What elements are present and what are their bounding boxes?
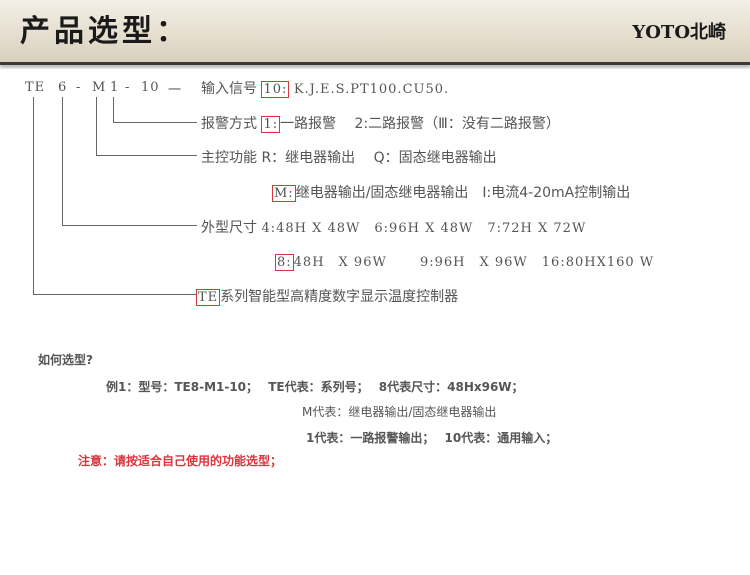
alarm-options: 一路报警 2:二路报警（Ⅲ：没有二路报警） <box>280 116 560 132</box>
page-title: 产品选型： <box>20 14 190 49</box>
code-function: M <box>92 80 107 95</box>
size-connector-h <box>62 225 197 226</box>
code-dash-1: - <box>76 80 82 95</box>
alarm-code: 1: <box>261 116 281 133</box>
series-connector-v <box>33 97 34 295</box>
series-description: 系列智能型高精度数字显示温度控制器 <box>220 289 459 305</box>
control-code: M: <box>272 185 296 202</box>
size-code: 8: <box>275 254 294 271</box>
size-options: 4:48H X 48W 6:96H X 48W 7:72H X 72W <box>261 221 587 236</box>
input-signal-options: K.J.E.S.PT100.CU50. <box>293 82 450 97</box>
code-dash-2: - <box>125 80 131 95</box>
howto-m-line: M代表：继电器输出/固态继电器输出 <box>302 405 497 419</box>
howto-title: 如何选型? <box>38 353 93 367</box>
brand-name: YOTO北崎 <box>632 22 726 43</box>
size-connector-v <box>62 97 63 226</box>
alarm-label: 报警方式 <box>201 116 257 132</box>
size-label: 外型尺寸 <box>201 220 257 236</box>
input-signal-code: 10: <box>261 81 290 98</box>
size-row-2: 8: 48H X 96W 9:96H X 96W 16:80HX160 W <box>275 251 655 271</box>
function-connector-h <box>96 155 197 156</box>
alarm-connector-h <box>113 122 197 123</box>
code-size: 6 <box>58 80 68 95</box>
howto-example-line: 例1：型号：TE8-M1-10； TE代表：系列号； 8代表尺寸：48Hx96W… <box>106 380 524 394</box>
series-connector-h <box>33 294 196 295</box>
control-row-2: M: 继电器输出/固态继电器输出 I:电流4-20mA控制输出 <box>272 182 630 202</box>
size-row: 外型尺寸 4:48H X 48W 6:96H X 48W 7:72H X 72W <box>201 217 586 237</box>
control-options: R：继电器输出 Q：固态继电器输出 <box>261 150 497 166</box>
function-connector-v <box>96 97 97 156</box>
howto-code-line: 1代表：一路报警输出； 10代表：通用输入； <box>306 431 558 445</box>
header-bar: 产品选型： YOTO北崎 <box>0 0 750 65</box>
alarm-connector-v <box>113 97 114 123</box>
alarm-row: 报警方式 1: 一路报警 2:二路报警（Ⅲ：没有二路报警） <box>201 113 560 133</box>
control-label: 主控功能 <box>201 150 257 166</box>
size-options-2: 48H X 96W 9:96H X 96W 16:80HX160 W <box>293 255 655 270</box>
control-options-2: 继电器输出/固态继电器输出 I:电流4-20mA控制输出 <box>295 185 631 201</box>
series-row: TE 系列智能型高精度数字显示温度控制器 <box>196 286 458 306</box>
input-signal-label: 输入信号 <box>201 81 257 97</box>
code-dash-3: 一 <box>168 83 183 98</box>
series-code: TE <box>196 289 221 306</box>
input-signal-row: 输入信号 10: K.J.E.S.PT100.CU50. <box>201 78 449 98</box>
control-row: 主控功能 R：继电器输出 Q：固态继电器输出 <box>201 147 497 167</box>
code-input: 10 <box>141 80 160 95</box>
code-alarm: 1 <box>110 80 120 95</box>
code-te: TE <box>25 80 46 95</box>
selection-note: 注意：请按适合自己使用的功能选型； <box>78 454 283 468</box>
